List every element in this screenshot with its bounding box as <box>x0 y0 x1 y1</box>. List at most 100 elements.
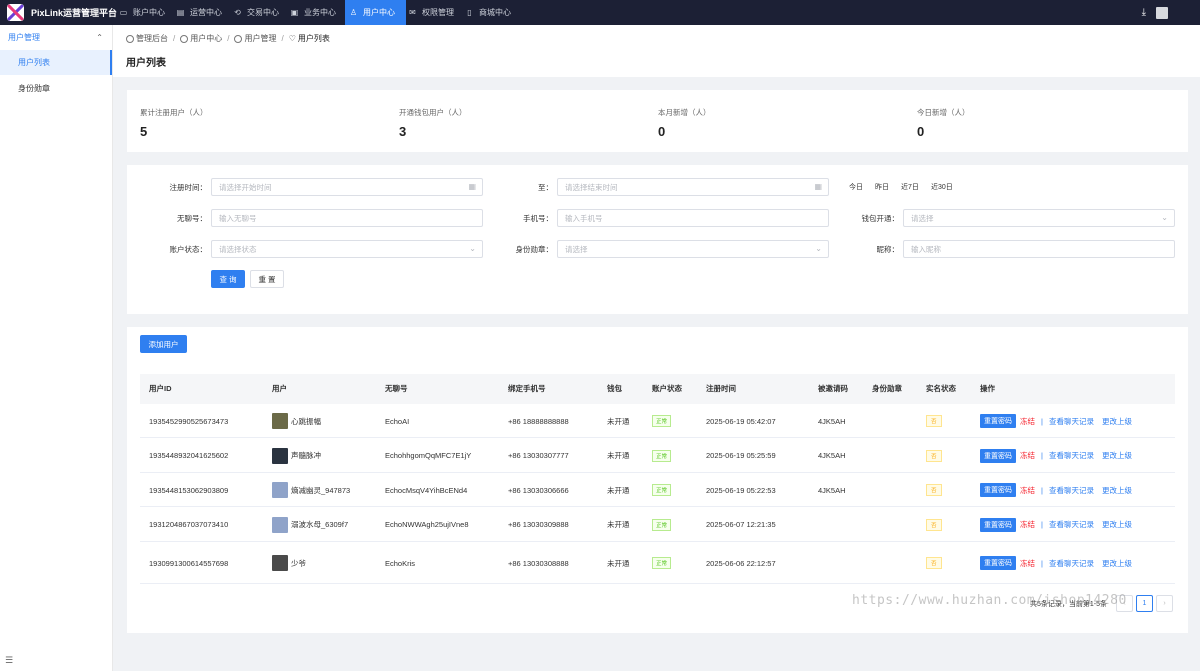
nav-item-label: 账户中心 <box>133 8 165 17</box>
reset-password-button[interactable]: 重置密码 <box>980 483 1016 497</box>
invite-code-cell: 4JK5AH <box>818 451 846 460</box>
reset-password-button[interactable]: 重置密码 <box>980 556 1016 570</box>
freeze-link[interactable]: 冻结 <box>1020 416 1035 427</box>
search-button[interactable]: 查 询 <box>211 270 245 288</box>
freeze-link[interactable]: 冻结 <box>1020 558 1035 569</box>
nickname-input[interactable]: 输入昵称 <box>903 240 1175 258</box>
watermark: https://www.huzhan.com/ishop14280 <box>852 593 1127 608</box>
quick-30days[interactable]: 近30日 <box>931 182 953 192</box>
status-badge: 正常 <box>652 449 672 462</box>
add-user-button[interactable]: 添加用户 <box>140 335 187 353</box>
status-badge: 正常 <box>652 518 672 531</box>
stats-card: 累计注册用户（人） 5 开通钱包用户（人） 3 本月新增（人） 0 今日新增（人… <box>127 90 1188 152</box>
heart-icon: ♡ <box>288 34 296 43</box>
change-superior-link[interactable]: 更改上级 <box>1102 558 1132 569</box>
user-avatar <box>272 447 288 464</box>
status-select[interactable]: 请选择状态 ⌄ <box>211 240 483 258</box>
badge-select[interactable]: 请选择 ⌄ <box>557 240 829 258</box>
sidebar-group-user-management[interactable]: 用户管理 ⌃ <box>0 25 112 50</box>
exchange-icon: ⟲ <box>234 8 241 17</box>
column-header: 被邀请码 <box>818 384 848 393</box>
nav-item-3[interactable]: ▣ 业务中心 <box>288 0 345 25</box>
sidebar: 用户管理 ⌃ 用户列表 身份勋章 ☰ <box>0 25 113 671</box>
breadcrumb-item[interactable]: 用户管理 <box>234 33 276 44</box>
view-chat-link[interactable]: 查看聊天记录 <box>1049 485 1094 496</box>
user-id-cell: 1935448932041625602 <box>149 451 229 460</box>
nav-item-1[interactable]: ▤ 运营中心 <box>174 0 231 25</box>
reg-time-cell: 2025-06-19 05:42:07 <box>706 416 776 426</box>
breadcrumb: 管理后台 / 用户中心 / 用户管理 / ♡ 用户列表 <box>126 33 330 44</box>
user-cell: 声髓脉冲 <box>272 438 321 473</box>
chevron-down-icon: ⌄ <box>815 244 822 253</box>
actions-cell: 重置密码 冻结 | 查看聊天记录 更改上级 <box>980 438 1132 473</box>
wuliao-cell: EchoAI <box>385 416 410 426</box>
action-separator: | <box>1041 485 1043 495</box>
quick-7days[interactable]: 近7日 <box>901 182 919 192</box>
nav-item-6[interactable]: ▯ 商城中心 <box>463 0 520 25</box>
realname-cell: 否 <box>926 404 942 438</box>
change-superior-link[interactable]: 更改上级 <box>1102 485 1132 496</box>
change-superior-link[interactable]: 更改上级 <box>1102 450 1132 461</box>
sidebar-item-label: 身份勋章 <box>18 84 50 93</box>
sidebar-item-identity-badge[interactable]: 身份勋章 <box>0 76 112 101</box>
chevron-down-icon: ⌄ <box>1161 213 1168 222</box>
user-avatar <box>272 413 288 429</box>
wuliao-input[interactable]: 输入无聊号 <box>211 209 483 227</box>
status-badge: 正常 <box>652 415 672 427</box>
app-title: PixLink运营管理平台 <box>30 8 117 18</box>
next-page-button[interactable]: › <box>1156 595 1173 612</box>
wallet-label: 钱包开通： <box>861 214 900 223</box>
change-superior-link[interactable]: 更改上级 <box>1102 519 1132 530</box>
wallet-cell: 未开通 <box>607 416 630 426</box>
freeze-link[interactable]: 冻结 <box>1020 485 1035 496</box>
sidebar-item-label: 用户列表 <box>18 58 50 67</box>
wallet-select[interactable]: 请选择 ⌄ <box>903 209 1175 227</box>
wuliao-cell: EchohhgomQqMFC7E1jY <box>385 451 472 460</box>
reset-button[interactable]: 重 置 <box>250 270 284 288</box>
breadcrumb-item[interactable]: 用户中心 <box>180 33 222 44</box>
user-avatar <box>272 555 288 571</box>
table-row: 1931204867037073410 溺波水母_6309f7 EchoNWWAgh… <box>140 507 1175 542</box>
user-nickname: 声髓脉冲 <box>291 451 321 460</box>
collapse-menu-icon[interactable]: ☰ <box>5 655 13 666</box>
nav-item-4[interactable]: ♙ 用户中心 <box>345 0 406 25</box>
change-superior-link[interactable]: 更改上级 <box>1102 416 1132 427</box>
nav-item-5[interactable]: ✉ 权限管理 <box>406 0 463 25</box>
invite-code-cell: 4JK5AH <box>818 485 846 495</box>
quick-today[interactable]: 今日 <box>849 182 863 192</box>
view-chat-link[interactable]: 查看聊天记录 <box>1049 450 1094 461</box>
table-row: 1930991300614557698 少爷 EchoKris +86 1303030… <box>140 542 1175 584</box>
nav-item-2[interactable]: ⟲ 交易中心 <box>231 0 288 25</box>
view-chat-link[interactable]: 查看聊天记录 <box>1049 416 1094 427</box>
quick-yesterday[interactable]: 昨日 <box>875 182 889 192</box>
freeze-link[interactable]: 冻结 <box>1020 450 1035 461</box>
view-chat-link[interactable]: 查看聊天记录 <box>1049 558 1094 569</box>
reg-time-cell: 2025-06-07 12:21:35 <box>706 520 776 529</box>
sidebar-item-user-list[interactable]: 用户列表 <box>0 50 112 75</box>
wuliao-cell: EchoKris <box>385 558 416 568</box>
realname-badge: 否 <box>926 518 942 531</box>
user-table: 用户ID 用户 无聊号 绑定手机号 钱包 账户状态 注册时间 被邀请码 身份勋章 实名状态 操作 1… <box>140 374 1175 584</box>
wallet-icon: ▭ <box>119 8 128 17</box>
reg-start-input[interactable]: 请选择开始时间 ▦ <box>211 178 483 196</box>
phone-input[interactable]: 输入手机号 <box>557 209 829 227</box>
logo[interactable]: PixLink运营管理平台 <box>0 4 117 21</box>
reg-time-label: 注册时间： <box>169 183 208 192</box>
home-icon <box>126 34 134 43</box>
nav-item-0[interactable]: ▭ 账户中心 <box>117 0 174 25</box>
avatar[interactable] <box>1156 6 1168 19</box>
action-separator: | <box>1041 520 1043 529</box>
stat-wallet-users: 开通钱包用户（人） 3 <box>399 108 467 139</box>
freeze-link[interactable]: 冻结 <box>1020 519 1035 530</box>
column-header: 身份勋章 <box>872 384 902 393</box>
reset-password-button[interactable]: 重置密码 <box>980 517 1016 532</box>
page-button-current[interactable]: 1 <box>1136 595 1153 612</box>
reset-password-button[interactable]: 重置密码 <box>980 448 1016 463</box>
download-icon[interactable]: ⤓ <box>1142 7 1146 18</box>
breadcrumb-item[interactable]: 管理后台 <box>126 33 168 44</box>
reset-password-button[interactable]: 重置密码 <box>980 414 1016 428</box>
status-cell: 正常 <box>652 438 672 473</box>
status-cell: 正常 <box>652 473 672 507</box>
reg-end-input[interactable]: 请选择结束时间 ▦ <box>557 178 829 196</box>
view-chat-link[interactable]: 查看聊天记录 <box>1049 519 1094 530</box>
